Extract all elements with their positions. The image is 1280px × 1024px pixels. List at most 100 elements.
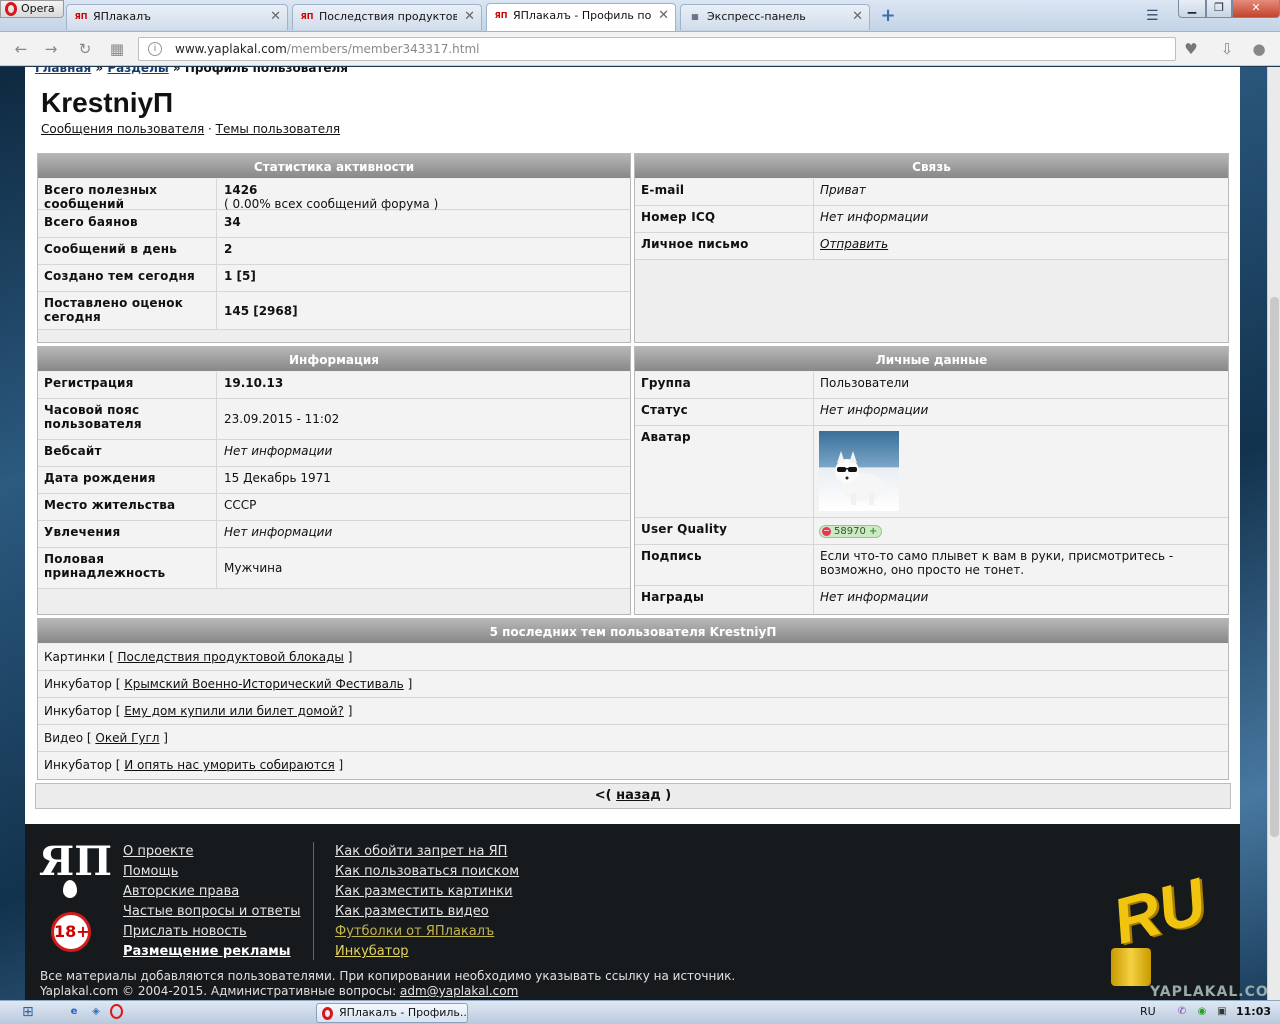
forward-icon[interactable]: →: [42, 40, 60, 58]
site-info-icon[interactable]: i: [148, 42, 162, 56]
opera-task-button[interactable]: ЯПлакалъ - Профиль...: [316, 1003, 468, 1023]
page-title: KrestniyП: [41, 87, 174, 118]
ie-icon[interactable]: e: [66, 1004, 82, 1020]
language-indicator[interactable]: RU: [1140, 1005, 1156, 1018]
footer-links-col2: Как обойти запрет на ЯП Как пользоваться…: [335, 842, 519, 962]
start-button[interactable]: ⊞: [22, 1004, 42, 1022]
topic-row: Инкубатор [ Ему дом купили или билет дом…: [38, 698, 1228, 725]
topic-link[interactable]: Крымский Военно-Исторический Фестиваль: [124, 677, 404, 691]
tab-close-icon[interactable]: ✕: [658, 4, 669, 28]
stats-value: 1426 ( 0.00% всех сообщений форума ): [224, 183, 439, 211]
reload-icon[interactable]: ↻: [76, 40, 94, 58]
personal-label: Награды: [641, 590, 705, 604]
minus-icon[interactable]: −: [822, 527, 831, 536]
breadcrumb-home[interactable]: Главная: [35, 67, 91, 75]
info-value: СССР: [224, 498, 257, 512]
address-bar[interactable]: i www.yaplakal.com/members/member343317.…: [138, 37, 1176, 61]
topic-link[interactable]: Последствия продуктовой блокады: [117, 650, 343, 664]
topic-section: Инкубатор: [44, 758, 112, 772]
tshirts-link[interactable]: Футболки от ЯПлакалъ: [335, 922, 519, 942]
download-icon[interactable]: ⇩: [1218, 40, 1236, 58]
tab-strip: Opera ЯП ЯПлакалъ ✕ ЯП Последствия проду…: [0, 0, 1280, 32]
tab-4[interactable]: ▦ Экспресс-панель ✕: [680, 4, 870, 30]
user-topics-link[interactable]: Темы пользователя: [216, 122, 340, 136]
personal-value: Пользователи: [820, 376, 910, 390]
info-panel: Информация Регистрация 19.10.13 Часовой …: [37, 346, 631, 615]
personal-label: Статус: [641, 403, 688, 417]
viber-icon[interactable]: ✆: [1174, 1004, 1190, 1020]
explorer-icon[interactable]: ◈: [88, 1004, 104, 1020]
tab-title: Экспресс-панель: [707, 10, 806, 23]
info-label: Место жительства: [44, 498, 176, 512]
user-posts-link[interactable]: Сообщения пользователя: [41, 122, 204, 136]
incubator-link[interactable]: Инкубатор: [335, 942, 519, 962]
info-value: 19.10.13: [224, 376, 284, 390]
contact-label: Номер ICQ: [641, 210, 716, 224]
breadcrumb: Главная » Разделы » Профиль пользователя: [35, 67, 348, 75]
stats-row: Поставлено оценок сегодня 145 [2968]: [38, 292, 630, 330]
tab-close-icon[interactable]: ✕: [270, 5, 281, 29]
page-scrollbar[interactable]: [1267, 67, 1280, 1000]
back-prefix: <(: [594, 788, 612, 803]
plus-icon[interactable]: +: [869, 526, 877, 537]
topic-link[interactable]: Ему дом купили или билет домой?: [124, 704, 344, 718]
footer-link[interactable]: Прислать новость: [123, 922, 300, 942]
stats-row: Сообщений в день 2: [38, 238, 630, 265]
stats-row: Всего баянов 34: [38, 211, 630, 238]
tab-3-active[interactable]: ЯП ЯПлакалъ - Профиль польз ✕: [486, 3, 676, 31]
topic-link[interactable]: И опять нас уморить собираются: [124, 758, 335, 772]
navigation-bar: ← → ↻ ▦ i www.yaplakal.com/members/membe…: [0, 32, 1280, 66]
clock[interactable]: 11:03: [1236, 1005, 1271, 1018]
opera-taskbar-icon[interactable]: [110, 1004, 123, 1019]
footer-link[interactable]: Авторские права: [123, 882, 300, 902]
speed-dial-grid-icon[interactable]: ▦: [108, 40, 126, 58]
advertising-link[interactable]: Размещение рекламы: [123, 942, 300, 962]
personal-row: Группа Пользователи: [635, 372, 1228, 399]
breadcrumb-current: Профиль пользователя: [184, 67, 349, 75]
footer-link[interactable]: Как обойти запрет на ЯП: [335, 842, 519, 862]
opera-menu-button[interactable]: Opera: [0, 0, 64, 18]
tab-favicon-icon: ЯП: [300, 12, 314, 21]
personal-label: User Quality: [641, 522, 728, 536]
user-quality-value: 58970: [834, 526, 866, 537]
tray-status-icon[interactable]: ◉: [1194, 1004, 1210, 1020]
info-value: Нет информации: [224, 525, 333, 539]
tab-menu-icon[interactable]: ☰: [1146, 8, 1159, 24]
site-logo[interactable]: ЯП: [39, 842, 112, 902]
info-value: 23.09.2015 - 11:02: [224, 412, 340, 426]
breadcrumb-sections[interactable]: Разделы: [107, 67, 168, 75]
back-icon[interactable]: ←: [12, 40, 30, 58]
footer-link[interactable]: Как разместить картинки: [335, 882, 519, 902]
tab-1[interactable]: ЯП ЯПлакалъ ✕: [66, 4, 288, 30]
tab-close-icon[interactable]: ✕: [464, 5, 475, 29]
tab-2[interactable]: ЯП Последствия продуктовой ✕: [292, 4, 482, 30]
info-row: Регистрация 19.10.13: [38, 372, 630, 399]
footer-link[interactable]: Как разместить видео: [335, 902, 519, 922]
footer-link[interactable]: Помощь: [123, 862, 300, 882]
footer-link[interactable]: Как пользоваться поиском: [335, 862, 519, 882]
tab-title: ЯПлакалъ: [93, 10, 151, 23]
network-icon[interactable]: ▣: [1214, 1004, 1230, 1020]
footer-link[interactable]: О проекте: [123, 842, 300, 862]
stats-row: Всего полезных сообщений 1426 ( 0.00% вс…: [38, 179, 630, 211]
tab-close-icon[interactable]: ✕: [852, 5, 863, 29]
heart-bookmark-icon[interactable]: ♥: [1182, 40, 1200, 58]
admin-email-link[interactable]: adm@yaplakal.com: [400, 984, 518, 998]
minimize-button[interactable]: ▁: [1178, 0, 1206, 18]
info-row: Половая принадлежность Мужчина: [38, 548, 630, 589]
maximize-button[interactable]: ❐: [1206, 0, 1232, 18]
new-tab-button[interactable]: +: [878, 6, 898, 26]
contact-row: Личное письмо Отправить: [635, 233, 1228, 260]
account-icon[interactable]: ●: [1250, 40, 1268, 58]
link-separator: ·: [208, 122, 212, 136]
scrollbar-thumb[interactable]: [1270, 297, 1279, 837]
back-link[interactable]: назад: [616, 788, 661, 803]
info-row: Место жительства СССР: [38, 494, 630, 521]
topic-link[interactable]: Окей Гугл: [95, 731, 159, 745]
personal-panel-title: Личные данные: [635, 347, 1228, 371]
close-window-button[interactable]: ✕: [1232, 0, 1280, 18]
contact-row: E-mail Приват: [635, 179, 1228, 206]
stats-row: Создано тем сегодня 1 [5]: [38, 265, 630, 292]
send-message-link[interactable]: Отправить: [820, 237, 888, 251]
footer-link[interactable]: Частые вопросы и ответы: [123, 902, 300, 922]
